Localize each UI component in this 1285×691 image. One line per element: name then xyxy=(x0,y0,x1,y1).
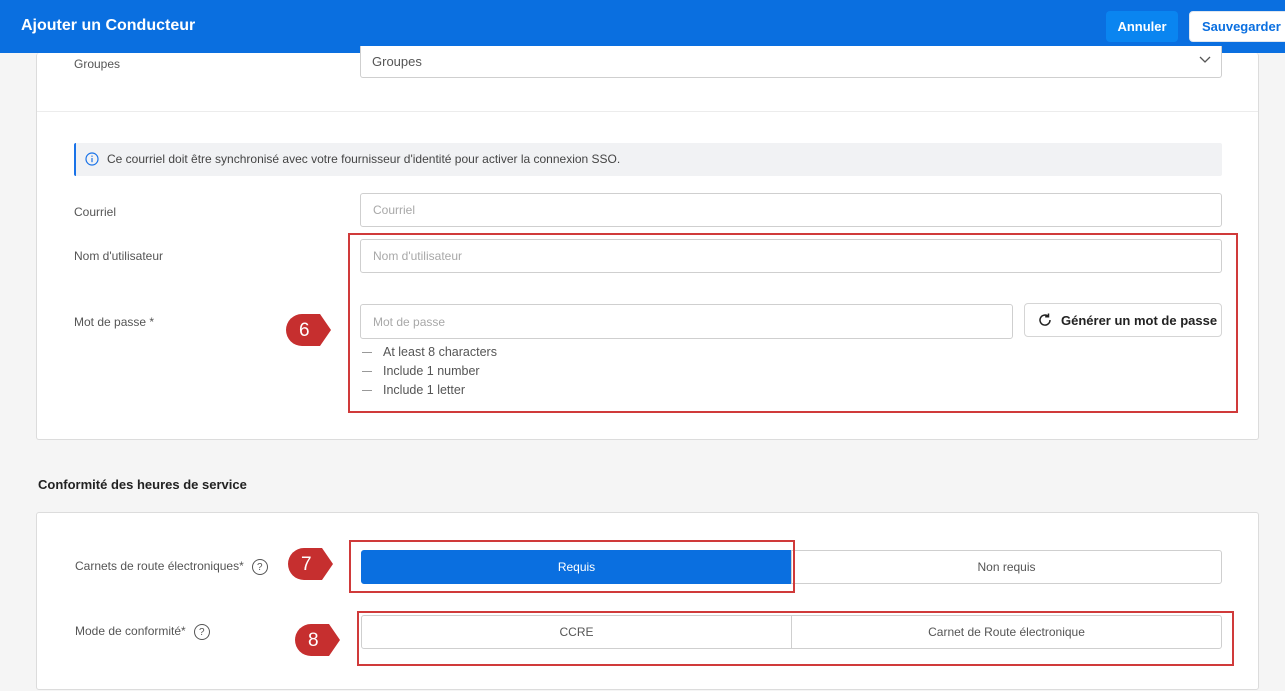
groups-label: Groupes xyxy=(74,57,121,71)
email-placeholder: Courriel xyxy=(373,203,416,217)
groups-select-value: Groupes xyxy=(372,54,422,69)
eld-option-not-required[interactable]: Non requis xyxy=(791,550,1222,584)
email-label: Courriel xyxy=(74,205,117,219)
annotation-highlight-box xyxy=(348,233,1238,413)
sso-info-banner: Ce courriel doit être synchronisé avec v… xyxy=(74,143,1222,176)
hos-section-title: Conformité des heures de service xyxy=(38,477,247,492)
save-button[interactable]: Sauvegarder xyxy=(1189,11,1285,42)
sso-info-text: Ce courriel doit être synchronisé avec v… xyxy=(107,152,621,166)
eld-label: Carnets de route électroniques*? xyxy=(75,559,268,575)
email-field[interactable]: Courriel xyxy=(360,193,1222,227)
password-label: Mot de passe * xyxy=(74,315,155,329)
compliance-mode-label: Mode de conformité*? xyxy=(75,624,210,640)
chevron-down-icon xyxy=(1199,56,1211,63)
groups-select[interactable]: Groupes xyxy=(360,46,1222,78)
annotation-badge: 8 xyxy=(295,623,341,657)
info-icon xyxy=(85,152,99,166)
help-icon[interactable]: ? xyxy=(193,624,210,640)
help-icon[interactable]: ? xyxy=(251,559,268,575)
username-label: Nom d'utilisateur xyxy=(74,249,163,263)
annotation-highlight-box xyxy=(349,540,795,593)
annotation-highlight-box xyxy=(357,611,1234,666)
divider xyxy=(37,111,1258,112)
page-title: Ajouter un Conducteur xyxy=(21,17,196,34)
cancel-button[interactable]: Annuler xyxy=(1106,11,1178,42)
annotation-badge: 7 xyxy=(288,547,334,581)
annotation-badge: 6 xyxy=(286,313,332,347)
